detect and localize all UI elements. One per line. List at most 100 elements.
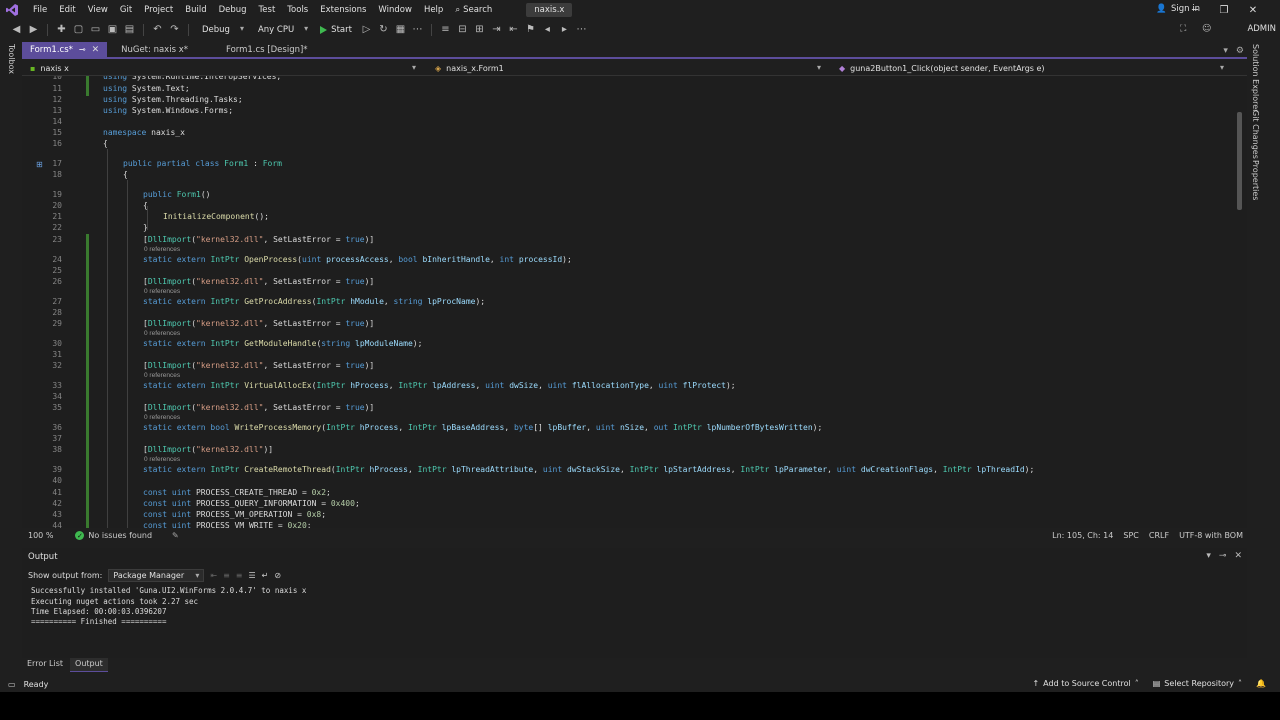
issues-indicator[interactable]: ✓ No issues found xyxy=(75,531,152,540)
cursor-position[interactable]: Ln: 105, Ch: 14 xyxy=(1052,531,1113,540)
clear-all-icon[interactable]: ☰ xyxy=(248,571,255,580)
maximize-button[interactable]: ❐ xyxy=(1209,3,1239,17)
format-icon[interactable]: ≡ xyxy=(439,23,452,36)
new-project-icon[interactable]: ✚ xyxy=(55,23,68,36)
platform-dropdown[interactable]: Any CPU xyxy=(252,23,312,37)
code-text: { xyxy=(123,170,128,179)
project-dropdown[interactable]: ▪ naxis x xyxy=(30,61,69,76)
undo-icon[interactable]: ↶ xyxy=(151,23,164,36)
menu-window[interactable]: Window xyxy=(372,5,418,15)
chevron-down-icon[interactable]: ▾ xyxy=(817,63,821,72)
line-number: 44 xyxy=(52,521,62,528)
add-to-source-control-button[interactable]: ↑ Add to Source Control ˄ xyxy=(1032,679,1138,688)
new-file-icon[interactable]: ▢ xyxy=(72,23,85,36)
tab-form1-cs[interactable]: Form1.cs* ⊸ ✕ xyxy=(22,42,108,57)
toolbar-more-icon[interactable]: ⋯ xyxy=(411,23,424,36)
tab-form1-design[interactable]: Form1.cs [Design]* xyxy=(218,42,316,57)
outdent-icon[interactable]: ⇤ xyxy=(507,23,520,36)
code-text: const uint PROCESS_QUERY_INFORMATION = 0… xyxy=(143,499,360,508)
add-source-label: Add to Source Control xyxy=(1043,679,1131,688)
notifications-icon[interactable]: 🔔 xyxy=(1256,679,1266,688)
redo-icon[interactable]: ↷ xyxy=(168,23,181,36)
back-icon[interactable]: ◀ xyxy=(10,23,23,36)
configuration-dropdown[interactable]: Debug xyxy=(196,23,248,37)
chevron-down-icon[interactable]: ▾ xyxy=(412,63,416,72)
member-dropdown[interactable]: ◆ guna2Button1_Click(object sender, Even… xyxy=(839,61,1045,76)
menu-edit[interactable]: Edit xyxy=(53,5,81,15)
menu-test[interactable]: Test xyxy=(253,5,282,15)
output-source-dropdown[interactable]: Package Manager xyxy=(108,569,205,582)
type-dropdown[interactable]: ◈ naxis_x.Form1 xyxy=(435,61,504,76)
save-icon[interactable]: ▣ xyxy=(106,23,119,36)
line-number: 20 xyxy=(52,201,62,210)
menu-project[interactable]: Project xyxy=(138,5,179,15)
menu-view[interactable]: View xyxy=(82,5,114,15)
git-changes-tab[interactable]: Git Changes xyxy=(1251,110,1260,159)
prev-bookmark-icon[interactable]: ◂ xyxy=(541,23,554,36)
stop-icon[interactable]: ⊘ xyxy=(274,571,281,580)
find-message-icon[interactable]: ⇤ xyxy=(210,571,217,580)
feedback-icon[interactable]: ☺ xyxy=(1202,24,1211,34)
indent-icon[interactable]: ⇥ xyxy=(490,23,503,36)
minimize-button[interactable]: ─ xyxy=(1180,3,1210,17)
code-text: static extern IntPtr CreateRemoteThread(… xyxy=(143,465,1035,474)
uncomment-icon[interactable]: ⊞ xyxy=(473,23,486,36)
pin-icon[interactable]: ⊸ xyxy=(1219,551,1227,561)
prev-message-icon[interactable]: ≡ xyxy=(223,571,230,580)
close-window-button[interactable]: ✕ xyxy=(1238,3,1268,17)
code-editor[interactable]: ⊞ 10 using System.Runtime.InteropServices… xyxy=(22,76,1247,528)
open-folder-icon[interactable]: ▭ xyxy=(89,23,102,36)
scrollbar-thumb[interactable] xyxy=(1237,112,1242,210)
encoding[interactable]: UTF-8 with BOM xyxy=(1179,531,1243,540)
whitespace-mode[interactable]: SPC xyxy=(1123,531,1139,540)
window-position-icon[interactable]: ▾ xyxy=(1206,551,1211,561)
hot-reload-icon[interactable]: ↻ xyxy=(377,23,390,36)
line-ending[interactable]: CRLF xyxy=(1149,531,1169,540)
select-repository-button[interactable]: ▤ Select Repository ˄ xyxy=(1153,679,1242,688)
properties-tab[interactable]: Properties xyxy=(1251,160,1260,200)
navigation-bar: ▪ naxis x ▾ ◈ naxis_x.Form1 ▾ ◆ guna2But… xyxy=(22,61,1247,76)
line-number: 34 xyxy=(52,392,62,401)
next-bookmark-icon[interactable]: ▸ xyxy=(558,23,571,36)
line-number: 19 xyxy=(52,190,62,199)
menu-git[interactable]: Git xyxy=(114,5,138,15)
solution-explorer-tab[interactable]: Solution Explorer xyxy=(1251,44,1260,112)
word-wrap-icon[interactable]: ↵ xyxy=(262,571,269,580)
issues-label: No issues found xyxy=(88,531,153,540)
menu-help[interactable]: Help xyxy=(418,5,449,15)
bookmark-icon[interactable]: ⚑ xyxy=(524,23,537,36)
tab-output[interactable]: Output xyxy=(70,658,108,672)
code-text: { xyxy=(143,201,148,210)
save-all-icon[interactable]: ▤ xyxy=(123,23,136,36)
output-status-icon[interactable]: ▭ xyxy=(8,680,16,689)
menu-file[interactable]: File xyxy=(27,5,53,15)
close-icon[interactable]: ✕ xyxy=(1234,551,1242,561)
menu-debug[interactable]: Debug xyxy=(213,5,253,15)
tab-nuget[interactable]: NuGet: naxis x* xyxy=(113,42,196,57)
toolbox-tab[interactable]: Toolbox xyxy=(7,44,16,74)
tab-error-list[interactable]: Error List xyxy=(22,658,68,672)
next-message-icon[interactable]: ≡ xyxy=(236,571,243,580)
settings-icon[interactable]: ⚙ xyxy=(1236,46,1244,56)
code-line: 18 { xyxy=(22,169,1222,180)
close-tab-icon[interactable]: ✕ xyxy=(92,45,100,55)
start-without-debugging-icon[interactable]: ▷ xyxy=(360,23,373,36)
code-line: 25 xyxy=(22,265,1222,276)
live-share-icon[interactable]: ⛶ xyxy=(1180,24,1186,34)
comment-icon[interactable]: ⊟ xyxy=(456,23,469,36)
browser-link-icon[interactable]: ▦ xyxy=(394,23,407,36)
forward-icon[interactable]: ▶ xyxy=(27,23,40,36)
pin-icon[interactable]: ⊸ xyxy=(79,45,86,54)
search-menu[interactable]: ⌕ Search xyxy=(449,5,498,15)
menu-extensions[interactable]: Extensions xyxy=(314,5,372,15)
chevron-down-icon[interactable]: ▾ xyxy=(1220,63,1224,72)
toolbar-overflow-icon[interactable]: ⋯ xyxy=(575,23,588,36)
output-line: ========== Finished ========== xyxy=(31,617,167,626)
code-line: 41 const uint PROCESS_CREATE_THREAD = 0x2… xyxy=(22,487,1222,498)
start-debugging-button[interactable]: Start xyxy=(316,25,356,35)
brush-icon[interactable]: ✎ xyxy=(172,531,179,540)
menu-build[interactable]: Build xyxy=(179,5,212,15)
zoom-level[interactable]: 100 % xyxy=(28,531,53,540)
menu-tools[interactable]: Tools xyxy=(281,5,314,15)
tab-list-icon[interactable]: ▾ xyxy=(1223,46,1228,56)
